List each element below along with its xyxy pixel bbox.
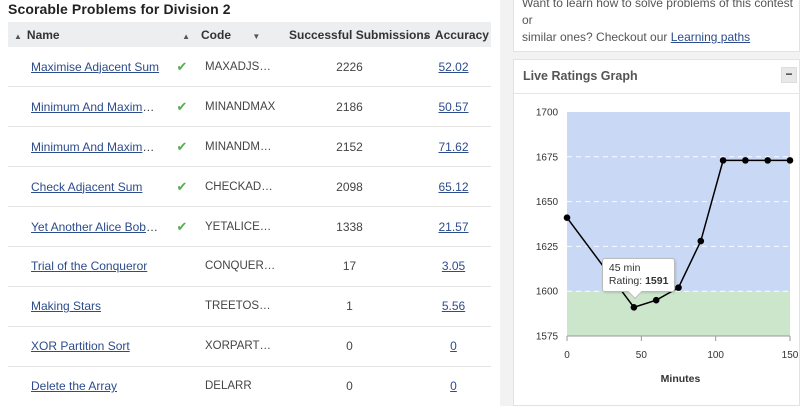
sort-icon: ▲︎ — [182, 31, 190, 41]
page: Scorable Problems for Division 2 ▲︎ Name … — [0, 0, 800, 406]
rating-point — [630, 304, 638, 311]
problem-code: MINANDM… — [197, 126, 283, 168]
rating-band-0 — [567, 291, 790, 336]
table-row: Maximise Adjacent Sum ✔ MAXADJS… 2226 52… — [8, 47, 491, 88]
submissions-count: 1 — [283, 286, 416, 327]
problem-code: CONQUER… — [197, 246, 283, 287]
x-tick-label: 150 — [782, 350, 799, 361]
solved-check-icon: ✔ — [167, 47, 197, 88]
table-row: XOR Partition Sort XORPART… 0 0 — [8, 326, 491, 367]
rating-point — [675, 284, 682, 291]
header-accuracy[interactable]: ▲︎ Accuracy — [416, 22, 491, 47]
rating-point — [786, 157, 794, 164]
solved-check-icon: ✔ — [167, 126, 197, 168]
table-row: Trial of the Conqueror CONQUER… 17 3.05 — [8, 246, 491, 287]
live-ratings-panel: Live Ratings Graph − 1575 1600 1625 1650 167… — [513, 59, 800, 406]
problem-code: MINANDMAX — [197, 86, 283, 128]
solved-check-icon: ✔ — [167, 206, 197, 247]
accuracy-link[interactable]: 0 — [450, 379, 457, 393]
tooltip-rating-label: Rating: — [608, 275, 646, 288]
page-title: Scorable Problems for Division 2 — [8, 1, 231, 17]
learning-paths-text: Want to learn how to solve problems of t… — [522, 0, 794, 44]
problem-code: TREETOS… — [197, 286, 283, 327]
y-tick-label: 1675 — [536, 152, 559, 163]
y-tick-label: 1575 — [536, 332, 559, 343]
learning-paths-panel: Want to learn how to solve problems of t… — [513, 0, 800, 52]
rating-point — [563, 214, 571, 222]
sort-icon: ▲︎ — [14, 31, 22, 41]
submissions-count: 2186 — [283, 86, 416, 128]
accuracy-link[interactable]: 50.57 — [438, 100, 468, 114]
y-tick-label: 1700 — [536, 108, 559, 119]
table-header-row: ▲︎ Name ▲︎ Code ▼︎ Successful Submissions… — [8, 22, 491, 47]
table-row: Check Adjacent Sum ✔ CHECKAD… 2098 65.12 — [8, 166, 491, 208]
x-axis-label: Minutes — [661, 373, 701, 385]
problems-panel: Scorable Problems for Division 2 ▲︎ Name … — [0, 0, 500, 406]
accuracy-link[interactable]: 0 — [450, 339, 457, 353]
problem-link[interactable]: Trial of the Conqueror — [31, 259, 147, 273]
problem-link[interactable]: Minimum And Maximum I — [31, 100, 166, 114]
chart-tooltip: 45 min Rating: 1591 — [601, 258, 676, 300]
table-row: Delete the Array DELARR 0 0 — [8, 366, 491, 406]
problem-code: MAXADJS… — [197, 47, 283, 88]
submissions-count: 1338 — [283, 206, 416, 247]
header-code[interactable]: Code ▼︎ — [197, 22, 283, 47]
problems-table-wrap: ▲︎ Name ▲︎ Code ▼︎ Successful Submissions… — [8, 22, 491, 406]
table-row: Yet Another Alice Bob Ga… ✔ YETALICE… 13… — [8, 206, 491, 247]
accuracy-link[interactable]: 65.12 — [438, 180, 468, 194]
table-row: Making Stars TREETOS… 1 5.56 — [8, 286, 491, 327]
y-tick-label: 1625 — [536, 242, 559, 253]
accuracy-link[interactable]: 52.02 — [438, 60, 468, 74]
rating-point — [719, 157, 727, 164]
sort-down-icon: ▼︎ — [252, 31, 261, 41]
learning-paths-link[interactable]: Learning paths — [671, 30, 750, 44]
x-tick-label: 0 — [564, 350, 570, 361]
rating-point — [764, 157, 771, 164]
problem-link[interactable]: Maximise Adjacent Sum — [31, 60, 159, 74]
problem-code: CHECKAD… — [197, 166, 283, 208]
problem-link[interactable]: Making Stars — [31, 299, 101, 313]
table-row: Minimum And Maximum I ✔ MINANDMAX 2186 5… — [8, 86, 491, 128]
submissions-count: 17 — [283, 246, 416, 287]
solved-check-icon: ✔ — [167, 166, 197, 208]
submissions-count: 2226 — [283, 47, 416, 88]
problem-link[interactable]: Check Adjacent Sum — [31, 180, 142, 194]
header-name[interactable]: ▲︎ Name — [8, 22, 167, 47]
y-tick-label: 1600 — [536, 287, 559, 298]
ratings-chart: 1575 1600 1625 1650 1675 1700 0 50 100 150 Minutes — [536, 108, 799, 386]
accuracy-link[interactable]: 5.56 — [442, 299, 465, 313]
problems-table: ▲︎ Name ▲︎ Code ▼︎ Successful Submissions… — [8, 22, 491, 406]
accuracy-link[interactable]: 71.62 — [438, 140, 468, 154]
accuracy-link[interactable]: 21.57 — [438, 220, 468, 234]
accuracy-link[interactable]: 3.05 — [442, 259, 465, 273]
problem-link[interactable]: XOR Partition Sort — [31, 339, 130, 353]
submissions-count: 2098 — [283, 166, 416, 208]
sort-icon: ▲︎ — [422, 31, 430, 41]
rating-point — [652, 296, 660, 304]
solved-check-icon: ✔ — [167, 86, 197, 128]
submissions-count: 0 — [283, 326, 416, 367]
problem-code: YETALICE… — [197, 206, 283, 247]
problem-code: XORPART… — [197, 326, 283, 367]
problem-link[interactable]: Yet Another Alice Bob Ga… — [31, 220, 167, 234]
rating-point — [697, 237, 705, 245]
header-sort-code[interactable]: ▲︎ — [167, 22, 197, 47]
submissions-count: 0 — [283, 366, 416, 406]
header-submissions[interactable]: Successful Submissions — [283, 22, 430, 47]
y-tick-label: 1650 — [536, 197, 559, 208]
problem-link[interactable]: Minimum And Maximum II — [31, 140, 167, 154]
problem-code: DELARR — [197, 366, 283, 406]
rating-point — [742, 157, 749, 164]
problem-link[interactable]: Delete the Array — [31, 379, 117, 393]
tooltip-time: 45 min — [608, 262, 641, 275]
submissions-count: 2152 — [283, 126, 416, 168]
table-row: Minimum And Maximum II ✔ MINANDM… 2152 7… — [8, 126, 491, 168]
tooltip-rating-value: 1591 — [645, 275, 669, 288]
x-tick-label: 100 — [707, 350, 724, 361]
x-tick-label: 50 — [636, 350, 648, 361]
